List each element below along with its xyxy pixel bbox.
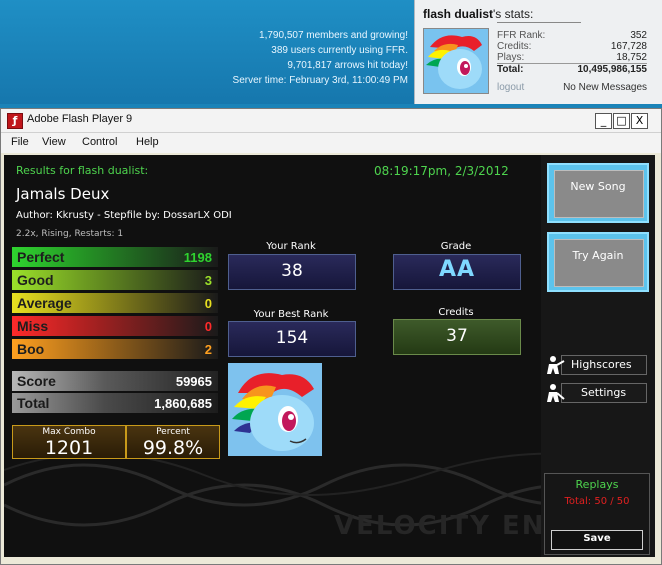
flash-player-window: ƒ Adobe Flash Player 9 _ □ X File View C… bbox=[0, 108, 662, 565]
server-time-text: Server time: February 3rd, 11:00:49 PM bbox=[232, 75, 408, 86]
highscores-icon bbox=[547, 356, 565, 374]
game-results-screen: VELOCITY ENGINE Results for flash dualis… bbox=[4, 155, 655, 557]
replays-title: Replays bbox=[575, 478, 619, 491]
judgement-label: Average bbox=[17, 295, 72, 311]
judgement-good-row: Good 3 bbox=[12, 270, 218, 290]
total-label: Total bbox=[17, 395, 50, 411]
replays-panel: Replays Total: 50 / 50 Save bbox=[544, 473, 650, 555]
menu-bar: File View Control Help bbox=[1, 133, 661, 153]
total-value: 1,860,685 bbox=[154, 396, 212, 411]
new-song-button-face bbox=[554, 170, 644, 218]
pony-portrait-icon bbox=[228, 363, 322, 456]
judgement-label: Good bbox=[17, 272, 54, 288]
song-options: 2.2x, Rising, Restarts: 1 bbox=[16, 229, 124, 239]
judgement-miss-row: Miss 0 bbox=[12, 316, 218, 336]
window-title: Adobe Flash Player 9 bbox=[27, 113, 133, 125]
avatar[interactable] bbox=[423, 28, 489, 94]
your-rank-label: Your Rank bbox=[266, 241, 316, 252]
stats-plays-row: Plays: 18,752 bbox=[497, 52, 647, 63]
save-replay-button[interactable]: Save bbox=[551, 530, 643, 550]
flash-player-icon: ƒ bbox=[7, 113, 23, 129]
judgement-average-row: Average 0 bbox=[12, 293, 218, 313]
judgement-count: 3 bbox=[204, 273, 212, 288]
results-header: Results for flash dualist: bbox=[16, 164, 149, 177]
divider bbox=[497, 22, 581, 23]
stats-rank-row: FFR Rank: 352 bbox=[497, 30, 647, 41]
close-button[interactable]: X bbox=[631, 113, 648, 129]
site-status-panel: 1,790,507 members and growing! 389 users… bbox=[0, 0, 414, 104]
credits-value: 37 bbox=[446, 326, 468, 346]
settings-button[interactable]: Settings bbox=[545, 383, 647, 403]
menu-control[interactable]: Control bbox=[82, 136, 117, 148]
site-header: 1,790,507 members and growing! 389 users… bbox=[0, 0, 662, 104]
users-online-text: 389 users currently using FFR. bbox=[271, 45, 408, 56]
grade-value: AA bbox=[438, 257, 476, 282]
song-author: Author: Kkrusty - Stepfile by: DossarLX … bbox=[16, 210, 232, 221]
stats-total-row: Total: 10,495,986,155 bbox=[497, 63, 647, 75]
max-combo-label: Max Combo bbox=[42, 427, 96, 437]
username[interactable]: flash dualist bbox=[423, 7, 493, 21]
members-count-text: 1,790,507 members and growing! bbox=[259, 30, 408, 41]
logout-link[interactable]: logout bbox=[497, 82, 524, 93]
best-rank-box: 154 bbox=[228, 321, 356, 357]
judgement-count: 1198 bbox=[183, 250, 212, 265]
try-again-button[interactable]: Try Again bbox=[547, 232, 649, 292]
arrows-hit-text: 9,701,817 arrows hit today! bbox=[287, 60, 408, 71]
pony-avatar-icon bbox=[424, 29, 488, 93]
try-again-button-face bbox=[554, 239, 644, 287]
highscores-button[interactable]: Highscores bbox=[545, 355, 647, 375]
max-combo-box: Max Combo 1201 bbox=[12, 425, 126, 459]
your-rank-box: 38 bbox=[228, 254, 356, 290]
results-timestamp: 08:19:17pm, 2/3/2012 bbox=[374, 164, 509, 178]
percent-value: 99.8% bbox=[142, 437, 204, 459]
grade-label: Grade bbox=[440, 241, 472, 252]
score-label: Score bbox=[17, 373, 56, 389]
judgement-count: 0 bbox=[204, 296, 212, 311]
score-row: Score 59965 bbox=[12, 371, 218, 391]
menu-help[interactable]: Help bbox=[136, 136, 159, 148]
percent-box: Percent 99.8% bbox=[126, 425, 220, 459]
maximize-button[interactable]: □ bbox=[613, 113, 630, 129]
judgement-count: 0 bbox=[204, 319, 212, 334]
user-stats-panel: flash dualist's stats: FFR Rank: 352 Cred… bbox=[414, 0, 662, 104]
your-rank-value: 38 bbox=[281, 261, 303, 281]
user-stats-title: flash dualist's stats: bbox=[423, 7, 534, 21]
grade-box: AA bbox=[393, 254, 521, 290]
minimize-button[interactable]: _ bbox=[595, 113, 612, 129]
character-portrait bbox=[228, 363, 322, 456]
judgement-count: 2 bbox=[204, 342, 212, 357]
messages-link[interactable]: No New Messages bbox=[563, 82, 647, 93]
judgement-perfect-row: Perfect 1198 bbox=[12, 247, 218, 267]
settings-label: Settings bbox=[581, 386, 627, 399]
song-title: Jamals Deux bbox=[16, 185, 110, 203]
highscores-label: Highscores bbox=[571, 358, 632, 371]
menu-view[interactable]: View bbox=[42, 136, 66, 148]
max-combo-value: 1201 bbox=[44, 437, 94, 459]
window-titlebar[interactable]: ƒ Adobe Flash Player 9 _ □ X bbox=[1, 109, 661, 133]
percent-label: Percent bbox=[156, 427, 190, 437]
menu-file[interactable]: File bbox=[11, 136, 29, 148]
best-rank-label: Your Best Rank bbox=[253, 309, 329, 320]
replays-count: Total: 50 / 50 bbox=[564, 496, 630, 507]
try-again-button-label: Try Again bbox=[572, 249, 624, 262]
save-replay-label: Save bbox=[583, 533, 611, 544]
judgement-label: Miss bbox=[17, 318, 49, 334]
stats-credits-row: Credits: 167,728 bbox=[497, 41, 647, 52]
score-value: 59965 bbox=[175, 374, 212, 389]
credits-label: Credits bbox=[438, 307, 474, 318]
judgement-boo-row: Boo 2 bbox=[12, 339, 218, 359]
settings-icon bbox=[547, 384, 565, 402]
judgement-label: Perfect bbox=[17, 249, 65, 265]
new-song-button-label: New Song bbox=[570, 180, 626, 193]
new-song-button[interactable]: New Song bbox=[547, 163, 649, 223]
best-rank-value: 154 bbox=[275, 328, 309, 348]
total-row: Total 1,860,685 bbox=[12, 393, 218, 413]
judgement-label: Boo bbox=[17, 341, 45, 357]
credits-box: 37 bbox=[393, 319, 521, 355]
